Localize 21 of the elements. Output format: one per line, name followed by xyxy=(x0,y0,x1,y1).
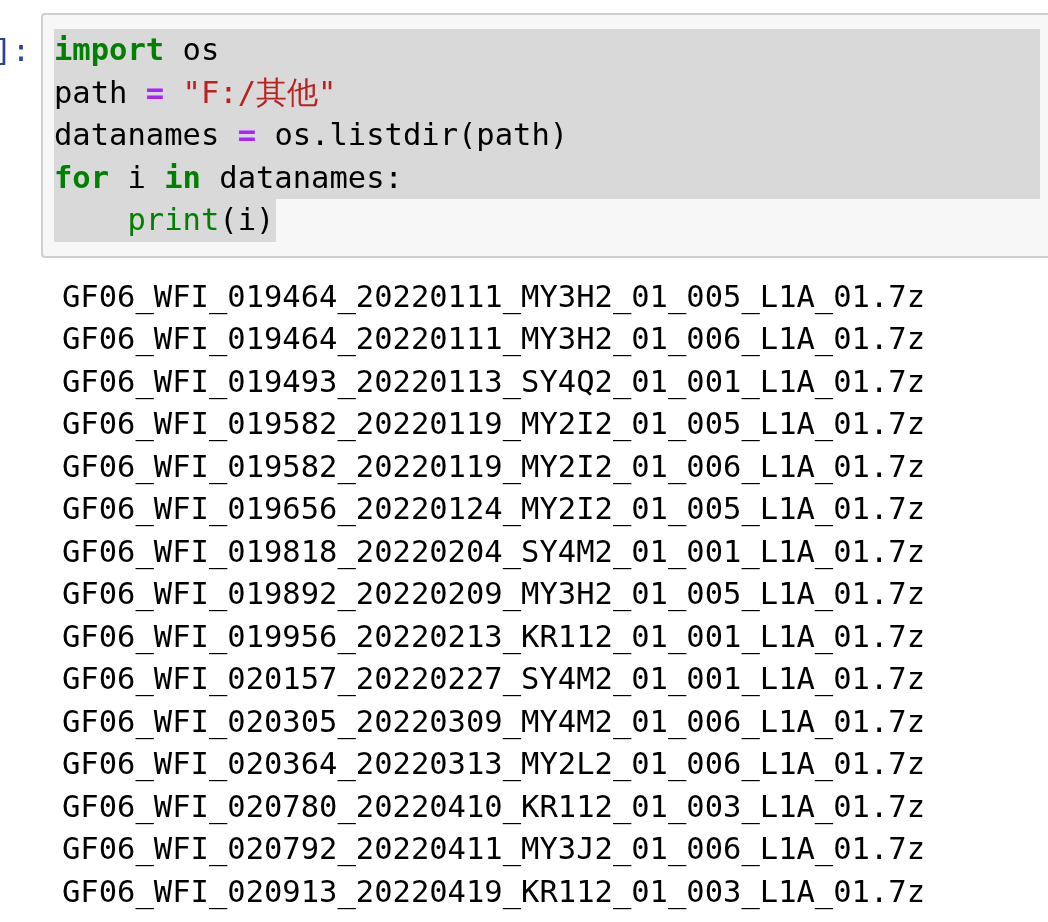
output-line: GF06_WFI_020364_20220313_MY2L2_01_006_L1A_01.7z xyxy=(62,745,927,784)
output-line: GF06_WFI_020780_20220410_KR112_01_003_L1A_01.7z xyxy=(62,787,927,827)
output-line: GF06_WFI_019493_20220113_SY4Q2_01_001_L1A_01.7z xyxy=(62,362,927,402)
output-line: GF06_WFI_019956_20220213_KR112_01_001_L1A_01.7z xyxy=(62,617,927,657)
output-line: GF06_WFI_019464_20220111_MY3H2_01_005_L1A_01.7z xyxy=(62,277,927,317)
output-line: GF06_WFI_019582_20220119_MY2I2_01_005_L1A_01.7z xyxy=(62,405,927,444)
code-line: path = "F:/其他" xyxy=(54,74,337,110)
code-line: datanames = os.listdir(path) xyxy=(54,117,569,152)
code-line: import os xyxy=(54,32,220,67)
output-line: GF06_WFI_020913_20220419_KR112_01_003_L1A_01.7z xyxy=(62,872,927,912)
code-line: for i in datanames: xyxy=(54,159,403,195)
output-line: GF06_WFI_020305_20220309_MY4M2_01_006_L1A_01.7z xyxy=(62,702,927,742)
output-line: GF06_WFI_020157_20220227_SY4M2_01_001_L1A_01.7z xyxy=(62,660,927,699)
code-line: print(i) xyxy=(126,202,275,237)
output-line: GF06_WFI_019892_20220209_MY3H2_01_005_L1A_01.7z xyxy=(62,575,927,614)
output-line: GF06_WFI_019464_20220111_MY3H2_01_006_L1A_01.7z xyxy=(62,320,927,359)
output-line: GF06_WFI_019582_20220119_MY2I2_01_006_L1A_01.7z xyxy=(62,447,927,487)
code-cell[interactable]: import os path = "F:/其他" datanames = os.listdir(path) for i in datanames: print(i) xyxy=(41,13,1048,258)
output-line: GF06_WFI_019656_20220124_MY2I2_01_005_L1A_01.7z xyxy=(62,490,927,529)
output-line: GF06_WFI_020792_20220411_MY3J2_01_006_L1A_01.7z xyxy=(62,830,927,869)
output-line: GF06_WFI_019818_20220204_SY4M2_01_001_L1A_01.7z xyxy=(62,532,927,572)
